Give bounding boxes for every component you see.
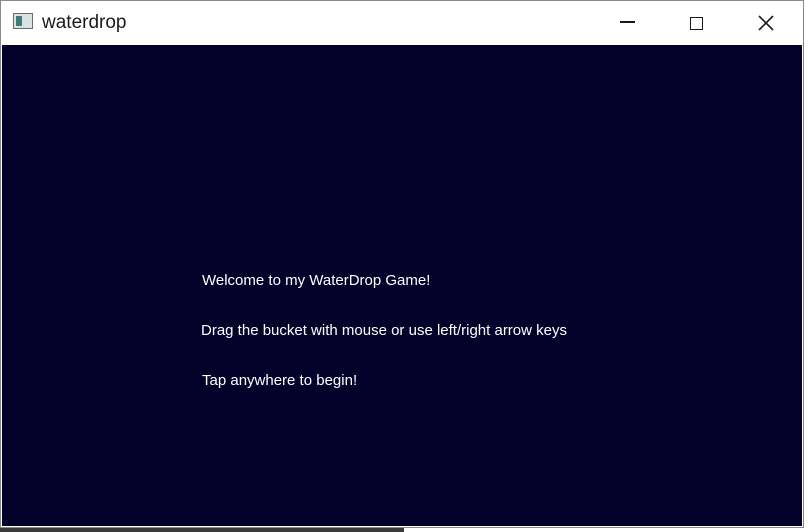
start-prompt-text: Tap anywhere to begin! <box>202 372 358 389</box>
minimize-icon <box>619 21 635 23</box>
maximize-icon <box>689 16 703 30</box>
welcome-text: Welcome to my WaterDrop Game! <box>202 272 431 289</box>
app-window-icon <box>13 13 33 29</box>
game-canvas[interactable]: Welcome to my WaterDrop Game! Drag the b… <box>2 45 802 526</box>
minimize-button[interactable] <box>593 1 661 45</box>
close-icon <box>758 15 774 31</box>
app-window: waterdrop Welcome to my WaterDrop Game! … <box>1 1 803 527</box>
title-bar[interactable]: waterdrop <box>1 1 803 45</box>
instructions-text: Drag the bucket with mouse or use left/r… <box>201 322 567 339</box>
maximize-button[interactable] <box>662 1 730 45</box>
window-title: waterdrop <box>42 12 127 33</box>
close-button[interactable] <box>732 1 800 45</box>
